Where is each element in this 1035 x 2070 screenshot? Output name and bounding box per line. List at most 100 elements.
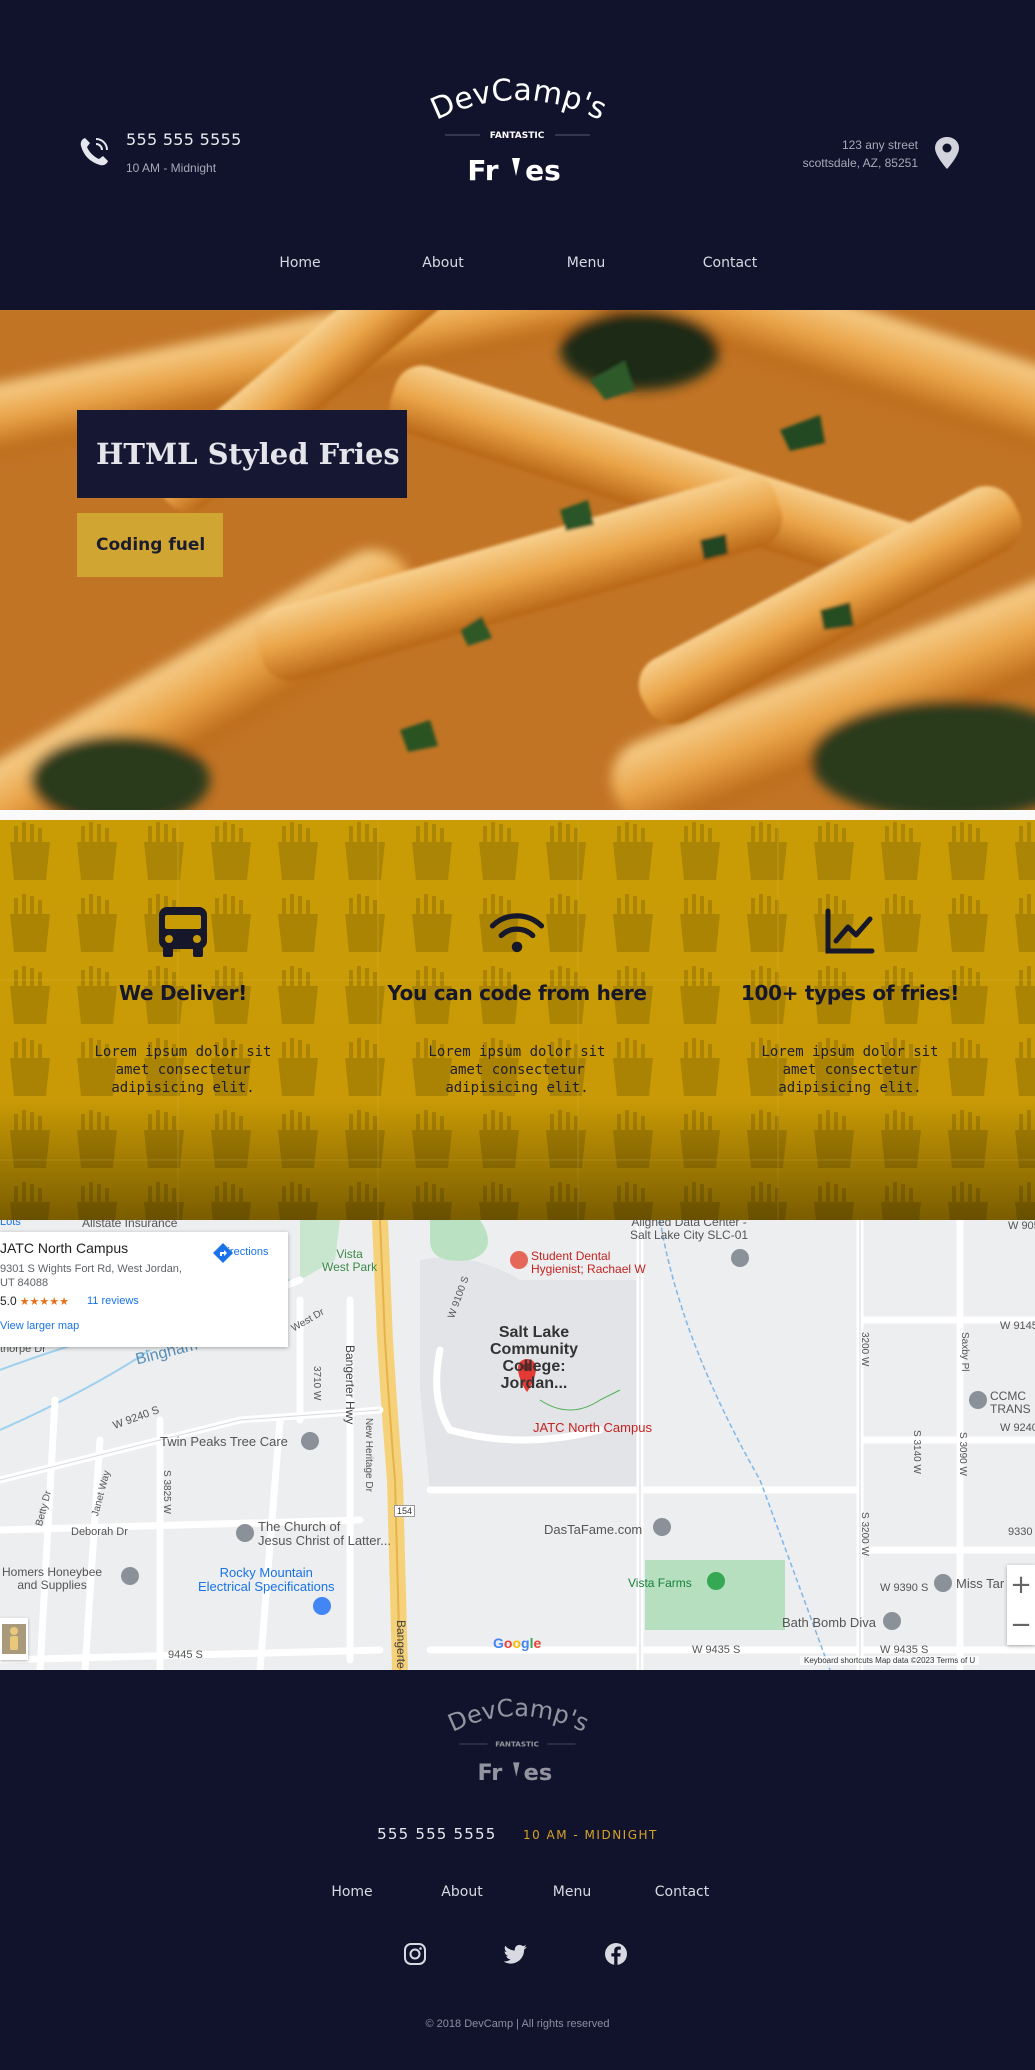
map-label-w9145: W 9145 <box>1000 1320 1035 1332</box>
footer-nav-contact[interactable]: Contact <box>655 1884 709 1900</box>
instagram-icon[interactable] <box>403 1942 427 1966</box>
map-label-w9050: W 9050 <box>1008 1220 1035 1232</box>
section-divider <box>0 810 1035 820</box>
map-label-3710: 3710 W <box>311 1366 322 1401</box>
nav-menu[interactable]: Menu <box>567 255 605 271</box>
header-address: 123 any street scottsdale, AZ, 85251 <box>803 136 960 172</box>
header-phone[interactable]: 555 555 5555 <box>126 130 242 149</box>
map-zoom-controls: + − <box>1007 1565 1035 1645</box>
feature-title: You can code from here <box>387 981 647 1005</box>
footer-logo[interactable]: DevCamp's FANTASTIC Fr es <box>440 1692 595 1792</box>
map-attribution[interactable]: Keyboard shortcuts Map data ©2023 Terms … <box>800 1656 980 1665</box>
features-section: We Deliver! Lorem ipsum dolor sit amet c… <box>0 820 1035 1220</box>
nav-contact[interactable]: Contact <box>703 255 757 271</box>
map-label-bath-bomb: Bath Bomb Diva <box>782 1615 876 1630</box>
zoom-in-button[interactable]: + <box>1007 1565 1035 1605</box>
map-label-w9435b: W 9435 S <box>880 1644 929 1656</box>
wifi-icon <box>489 913 545 953</box>
map-label-w9435: W 9435 S <box>692 1644 741 1656</box>
chart-line-icon <box>825 908 875 954</box>
map-label-ccmc: CCMC TRANS <box>990 1389 1031 1416</box>
map-label-vista-farms: Vista Farms <box>628 1576 692 1590</box>
header-hours: 10 AM - Midnight <box>126 161 217 175</box>
map-place-card: JATC North Campus 9301 S Wights Fort Rd,… <box>0 1232 288 1347</box>
zoom-out-button[interactable]: − <box>1007 1605 1035 1645</box>
directions-button[interactable]: Directions <box>212 1242 276 1263</box>
place-name: JATC North Campus <box>0 1240 129 1256</box>
map-label-jatc[interactable]: JATC North Campus <box>533 1420 652 1435</box>
google-logo: Google <box>493 1635 542 1651</box>
map-label-w9240b: W 9240 <box>1000 1422 1035 1434</box>
logo-top-text: DevCamp's <box>425 73 610 128</box>
map-label-deborah: Deborah Dr <box>71 1526 128 1538</box>
street-view-pegman[interactable] <box>0 1618 28 1660</box>
map-label-aligned: Aligned Data Center - Salt Lake City SLC… <box>630 1220 749 1242</box>
map-label-bangerter: Bangerter Hwy <box>343 1345 357 1425</box>
reviews-link[interactable]: 11 reviews <box>87 1295 139 1307</box>
hero-subtitle: Coding fuel <box>96 535 206 555</box>
map-pin-icon <box>935 137 959 169</box>
map-label-vista-park: Vista West Park <box>322 1247 378 1274</box>
fry-icon <box>512 158 520 176</box>
footer-nav-home[interactable]: Home <box>331 1884 372 1900</box>
logo-bottom-right: es <box>525 154 561 187</box>
view-larger-map-link[interactable]: View larger map <box>0 1320 79 1332</box>
place-rating: 5.0 ★★★★★ <box>0 1294 69 1308</box>
footer-logo-middle: FANTASTIC <box>495 1739 539 1748</box>
map-label-rocky: Rocky Mountain Electrical Specifications <box>198 1565 335 1594</box>
map-label-allstate: Allstate Insurance <box>82 1220 178 1230</box>
embedded-map[interactable]: Lots Allstate Insurance Vista West Park … <box>0 1220 1035 1670</box>
site-logo[interactable]: DevCamp's FANTASTIC Fr es <box>425 70 610 195</box>
site-footer: DevCamp's FANTASTIC Fr es 555 555 5555 1… <box>0 1670 1035 2070</box>
feature-delivery: We Deliver! Lorem ipsum dolor sit amet c… <box>33 905 333 1097</box>
logo-bottom-left: Fr <box>467 154 498 187</box>
map-label-slcc: Salt Lake Community College: Jordan... <box>490 1324 578 1392</box>
map-label-3200b: S 3200 W <box>859 1512 870 1556</box>
feature-text: Lorem ipsum dolor sit amet consectetur a… <box>428 1044 606 1096</box>
map-label-twin-peaks: Twin Peaks Tree Care <box>160 1434 288 1449</box>
copyright-text: © 2018 DevCamp | All rights reserved <box>425 2018 610 2030</box>
feature-wifi: You can code from here Lorem ipsum dolor… <box>367 905 667 1097</box>
footer-phone[interactable]: 555 555 5555 <box>377 1825 496 1843</box>
footer-contact: 555 555 5555 10 AM - MIDNIGHT <box>0 1825 1035 1844</box>
logo-middle-text: FANTASTIC <box>490 131 545 141</box>
map-label-9330: 9330 <box>1008 1526 1033 1538</box>
map-label-bangerter2: Bangerte <box>394 1620 408 1669</box>
map-label-w9390: W 9390 S <box>880 1582 929 1594</box>
address-line2: scottsdale, AZ, 85251 <box>802 156 918 170</box>
feature-text: Lorem ipsum dolor sit amet consectetur a… <box>761 1044 939 1096</box>
map-label-3140: S 3140 W <box>911 1430 922 1474</box>
rating-value: 5.0 <box>0 1294 17 1308</box>
map-label-miss-tar: Miss Tar <box>956 1576 1005 1591</box>
map-label-3200: 3200 W <box>859 1332 870 1367</box>
hero-banner: HTML Styled Fries Coding fuel <box>0 310 1035 810</box>
hero-subtitle-box[interactable]: Coding fuel <box>77 513 223 577</box>
feature-title: We Deliver! <box>118 981 248 1005</box>
footer-logo-bottom-right: es <box>524 1760 553 1786</box>
facebook-icon[interactable] <box>604 1942 628 1966</box>
footer-nav-menu[interactable]: Menu <box>553 1884 591 1900</box>
feature-types: 100+ types of fries! Lorem ipsum dolor s… <box>700 905 1000 1097</box>
map-label-new-heritage: New Heritage Dr <box>363 1418 374 1492</box>
twitter-icon[interactable] <box>504 1942 528 1966</box>
map-label-student-dental: Student Dental Hygienist; Rachael W <box>531 1249 646 1276</box>
map-label-church: The Church of Jesus Christ of Latter... <box>258 1519 391 1548</box>
footer-logo-bottom-left: Fr <box>477 1760 502 1786</box>
map-label-3825: S 3825 W <box>161 1470 172 1514</box>
map-label-154: 154 <box>394 1505 416 1517</box>
footer-nav-about[interactable]: About <box>441 1884 482 1900</box>
map-label-9445: 9445 S <box>168 1649 203 1661</box>
site-header: 555 555 5555 10 AM - Midnight DevCamp's … <box>0 0 1035 310</box>
hero-title-box: HTML Styled Fries <box>77 410 407 498</box>
nav-about[interactable]: About <box>422 255 463 271</box>
map-label-homers: Homers Honeybee and Supplies <box>2 1565 103 1592</box>
place-address: 9301 S Wights Fort Rd, West Jordan, UT 8… <box>0 1263 182 1289</box>
footer-fry-icon <box>513 1762 520 1777</box>
address-line1: 123 any street <box>841 138 918 152</box>
rating-stars: ★★★★★ <box>19 1296 69 1308</box>
header-contact: 555 555 5555 10 AM - Midnight <box>76 130 242 175</box>
pegman-icon <box>2 1624 26 1654</box>
footer-hours: 10 AM - MIDNIGHT <box>522 1828 658 1842</box>
nav-home[interactable]: Home <box>279 255 320 271</box>
directions-icon <box>213 1243 233 1263</box>
